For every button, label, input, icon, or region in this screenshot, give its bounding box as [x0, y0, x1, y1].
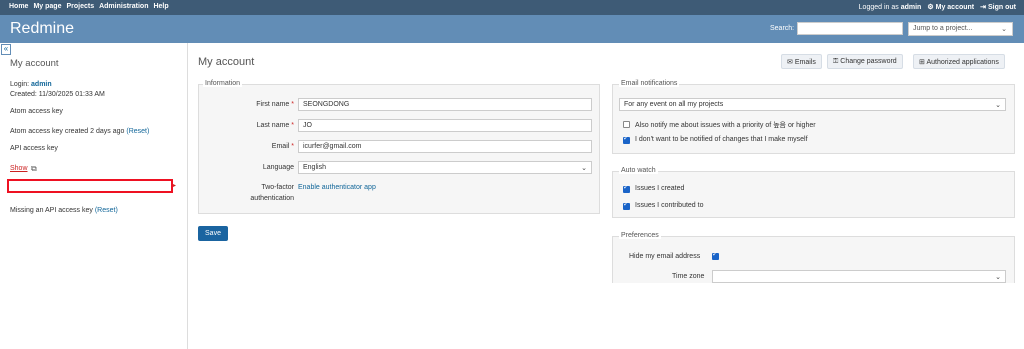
atom-key-title: Atom access key — [10, 108, 63, 115]
preferences-legend: Preferences — [619, 232, 661, 239]
authorized-applications-button[interactable]: ⊞ Authorized applications — [913, 54, 1005, 69]
firstname-label-text: First name — [256, 101, 290, 108]
cursor-marker-icon: ▸ — [173, 183, 177, 189]
jump-placeholder: Jump to a project... — [913, 25, 973, 32]
api-key-reset-link[interactable]: (Reset) — [95, 207, 118, 214]
collapse-sidebar-icon[interactable]: « — [1, 44, 11, 55]
no-self-notified-label: I don't want to be notified of changes t… — [635, 136, 808, 143]
change-password-button[interactable]: ⚿ Change password — [827, 54, 903, 69]
sidebar-title: My account — [10, 58, 59, 69]
authorized-applications-label: Authorized applications — [926, 59, 999, 66]
top-menu-my-page[interactable]: My page — [33, 3, 61, 10]
enable-authenticator-link[interactable]: Enable authenticator app — [298, 184, 376, 191]
logged-in-text: Logged in as admin — [859, 4, 922, 11]
my-account-label: My account — [935, 4, 975, 11]
search-label: Search: — [770, 25, 795, 32]
information-legend: Information — [203, 80, 243, 87]
sidebar-login: Login: admin — [10, 81, 52, 88]
top-menu-administration[interactable]: Administration — [99, 3, 148, 10]
app-title[interactable]: Redmine — [10, 20, 74, 38]
lastname-label: Last name * — [257, 122, 294, 129]
page-bottom-whitespace — [600, 283, 1024, 349]
language-select[interactable]: English ⌄ — [298, 161, 592, 174]
mail-icon: ✉ — [787, 59, 793, 66]
page-title: My account — [198, 56, 255, 68]
atom-key-created: Atom access key created 2 days ago (Rese… — [10, 128, 149, 135]
mail-notification-select[interactable]: For any event on all my projects ⌄ — [619, 98, 1006, 111]
required-marker: * — [291, 101, 294, 108]
language-label: Language — [262, 164, 294, 171]
api-key-title: API access key — [10, 145, 58, 152]
login-label: Login: — [10, 81, 30, 88]
top-menu-home[interactable]: Home — [9, 3, 28, 10]
emails-button[interactable]: ✉ Emails — [781, 54, 822, 69]
show-api-key-link[interactable]: Show — [10, 165, 28, 172]
email-notifications-fieldset — [612, 84, 1015, 154]
chevron-down-icon: ⌄ — [1001, 26, 1007, 33]
key-icon: ⚿ — [833, 58, 839, 65]
header: Redmine Search: Jump to a project... ⌄ — [0, 15, 1024, 43]
sidebar-created: Created: 11/30/2025 01:33 AM — [10, 91, 105, 98]
search-input[interactable] — [797, 22, 903, 35]
issues-contributed-label: Issues I contributed to — [635, 202, 704, 209]
firstname-label: First name * — [256, 101, 294, 108]
account-gear-icon: ⚙ — [927, 4, 934, 11]
twofa-label-line2: authentication — [250, 195, 294, 202]
lastname-label-text: Last name — [256, 122, 290, 129]
language-value: English — [303, 164, 326, 171]
issues-contributed-checkbox[interactable] — [623, 200, 630, 210]
top-menu: Home My page Projects Administration Hel… — [0, 0, 1024, 15]
issues-created-label: Issues I created — [635, 185, 685, 192]
my-account-link[interactable]: ⚙ My account — [927, 3, 974, 11]
hide-email-label: Hide my email address — [629, 253, 701, 260]
top-menu-projects[interactable]: Projects — [66, 3, 94, 10]
time-zone-select[interactable]: ⌄ — [712, 270, 1006, 283]
required-marker: * — [291, 122, 294, 129]
lastname-input[interactable]: JO — [298, 119, 592, 132]
login-value[interactable]: admin — [31, 81, 52, 88]
sign-out-icon: ⇥ — [980, 4, 986, 11]
hide-email-checkbox[interactable] — [712, 250, 719, 260]
firstname-input[interactable]: SEONGDONG — [298, 98, 592, 111]
email-input[interactable]: icurfer@gmail.com — [298, 140, 592, 153]
notify-priority-checkbox[interactable] — [623, 121, 630, 128]
atom-key-created-text: Atom access key created 2 days ago — [10, 128, 125, 135]
top-menu-help[interactable]: Help — [153, 3, 168, 10]
api-key-display-box — [7, 179, 173, 193]
issues-created-checkbox[interactable] — [623, 183, 630, 193]
apps-icon: ⊞ — [919, 59, 925, 66]
email-notifications-legend: Email notifications — [619, 80, 680, 87]
sidebar — [0, 43, 188, 349]
emails-label: Emails — [794, 59, 816, 66]
twofa-label-line1: Two-factor — [261, 184, 294, 191]
sign-out-label: Sign out — [988, 4, 1016, 11]
chevron-down-icon: ⌄ — [581, 165, 587, 172]
auto-watch-legend: Auto watch — [619, 167, 658, 174]
logged-in-user[interactable]: admin — [901, 4, 922, 11]
save-button[interactable]: Save — [198, 226, 228, 241]
change-password-label: Change password — [840, 58, 897, 65]
no-self-notified-checkbox[interactable] — [623, 134, 630, 144]
auto-watch-fieldset — [612, 171, 1015, 218]
time-zone-label: Time zone — [672, 273, 705, 280]
sign-out-link[interactable]: ⇥ Sign out — [980, 3, 1016, 11]
missing-api-key: Missing an API access key (Reset) — [10, 207, 118, 214]
email-label: Email * — [272, 143, 294, 150]
jump-to-project-select[interactable]: Jump to a project... ⌄ — [908, 22, 1013, 36]
chevron-down-icon: ⌄ — [995, 102, 1001, 109]
email-label-text: Email — [271, 143, 290, 150]
copy-icon[interactable]: ⧉ — [31, 164, 37, 174]
mail-notification-value: For any event on all my projects — [624, 101, 724, 108]
notify-priority-label: Also notify me about issues with a prior… — [635, 122, 816, 129]
logged-in-label: Logged in as — [858, 3, 899, 11]
required-marker: * — [291, 143, 294, 150]
chevron-down-icon: ⌄ — [995, 274, 1001, 281]
missing-api-key-text: Missing an API access key — [10, 207, 93, 214]
atom-key-reset-link[interactable]: (Reset) — [126, 128, 149, 135]
